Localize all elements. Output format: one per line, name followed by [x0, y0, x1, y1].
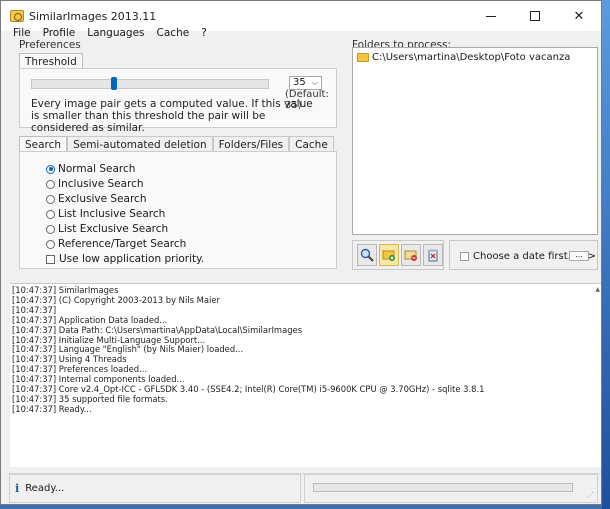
trash-icon: [428, 249, 438, 262]
threshold-panel: 35 ⌵ (Default: 35) Every image pair gets…: [19, 68, 337, 134]
chevron-down-icon[interactable]: ⌵: [312, 77, 318, 89]
threshold-slider-track[interactable]: [31, 79, 269, 89]
radio-label: List Exclusive Search: [58, 223, 169, 235]
menu-bar: File Profile Languages Cache ?: [1, 26, 213, 40]
log-line: [10:47:37] 35 supported file formats.: [12, 393, 168, 404]
folder-item[interactable]: C:\Users\martina\Desktop\Foto vacanza: [357, 52, 570, 63]
remove-folder-button[interactable]: [401, 244, 421, 266]
app-logo-icon: [10, 10, 24, 22]
log-line: [10:47:37] Ready...: [12, 403, 92, 414]
folder-toolbar: [352, 240, 444, 270]
info-icon: i: [15, 482, 20, 495]
radio-normal-search[interactable]: Normal Search: [46, 163, 135, 175]
threshold-tab-strip: Threshold: [19, 53, 83, 69]
status-message-area: i Ready...: [9, 474, 301, 503]
search-panel: Normal Search Inclusive Search Exclusive…: [19, 151, 337, 269]
low-priority-label: Use low application priority.: [59, 253, 205, 265]
desktop-background: [602, 0, 610, 509]
radio-list-exclusive-search[interactable]: List Exclusive Search: [46, 223, 168, 235]
log-panel[interactable]: [10:47:37] SimilarImages [10:47:37] (C) …: [10, 283, 601, 467]
window-title: SimilarImages 2013.11: [29, 9, 157, 23]
status-bar: i Ready... ⋰: [7, 473, 601, 503]
magnifier-icon: [360, 248, 374, 262]
status-progress-area: ⋰: [304, 474, 598, 503]
menu-cache[interactable]: Cache: [151, 26, 196, 40]
window-controls: ✕: [469, 1, 601, 31]
radio-label: Normal Search: [58, 163, 136, 175]
app-window: SimilarImages 2013.11 ✕ File Profile Lan…: [0, 0, 602, 505]
folder-path: C:\Users\martina\Desktop\Foto vacanza: [372, 52, 571, 63]
log-line: [10:47:37] (C) Copyright 2003-2013 by Ni…: [12, 294, 220, 305]
low-priority-checkbox-row[interactable]: Use low application priority.: [46, 253, 204, 265]
menu-file[interactable]: File: [1, 26, 37, 40]
close-icon: ✕: [573, 8, 585, 24]
folder-icon: [357, 53, 369, 62]
tab-folders-files[interactable]: Folders/Files: [212, 136, 290, 152]
radio-exclusive-search[interactable]: Exclusive Search: [46, 193, 146, 205]
radio-button[interactable]: [46, 194, 55, 204]
minimize-icon: [486, 15, 496, 17]
close-button[interactable]: ✕: [557, 1, 601, 31]
menu-profile[interactable]: Profile: [37, 26, 82, 40]
threshold-slider-thumb[interactable]: [111, 77, 118, 90]
clear-list-button[interactable]: [423, 244, 443, 266]
threshold-value: 35: [293, 77, 306, 88]
tab-cache[interactable]: Cache: [289, 136, 334, 152]
radio-button[interactable]: [46, 224, 55, 234]
radio-button[interactable]: [46, 239, 55, 249]
search-tab-strip: Search Semi-automated deletion Folders/F…: [19, 136, 334, 152]
radio-label: List Inclusive Search: [58, 208, 166, 220]
folder-list[interactable]: C:\Users\martina\Desktop\Foto vacanza: [352, 47, 598, 235]
low-priority-checkbox[interactable]: [46, 254, 55, 264]
threshold-description: Every image pair gets a computed value. …: [31, 98, 313, 134]
tab-threshold[interactable]: Threshold: [19, 53, 83, 69]
radio-label: Inclusive Search: [58, 178, 144, 190]
maximize-icon: [530, 11, 540, 21]
tab-semi-automated-deletion[interactable]: Semi-automated deletion: [67, 136, 213, 152]
tab-search[interactable]: Search: [19, 136, 68, 152]
search-button[interactable]: [357, 244, 377, 266]
threshold-spinbox[interactable]: 35 ⌵: [289, 76, 322, 90]
log-lines: [10:47:37] SimilarImages [10:47:37] (C) …: [10, 284, 601, 415]
minimize-button[interactable]: [469, 1, 513, 31]
remove-folder-icon: [404, 250, 417, 261]
maximize-button[interactable]: [513, 1, 557, 31]
menu-languages[interactable]: Languages: [81, 26, 150, 40]
preferences-label: Preferences: [19, 39, 81, 51]
radio-button[interactable]: [46, 179, 55, 189]
add-folder-icon: [382, 250, 395, 261]
radio-label: Reference/Target Search: [58, 238, 187, 250]
date-filter-checkbox[interactable]: [460, 252, 469, 261]
status-text: Ready...: [25, 483, 65, 494]
radio-inclusive-search[interactable]: Inclusive Search: [46, 178, 144, 190]
radio-button[interactable]: [46, 209, 55, 219]
date-filter-group: Choose a date first... --> ...: [449, 240, 598, 270]
resize-grip-icon[interactable]: ⋰: [587, 491, 594, 499]
date-picker-button[interactable]: ...: [569, 251, 589, 261]
menu-help[interactable]: ?: [195, 26, 213, 40]
add-folder-button[interactable]: [379, 244, 399, 266]
radio-button[interactable]: [46, 164, 55, 174]
radio-reference-target-search[interactable]: Reference/Target Search: [46, 238, 186, 250]
radio-label: Exclusive Search: [58, 193, 147, 205]
radio-list-inclusive-search[interactable]: List Inclusive Search: [46, 208, 165, 220]
scroll-up-arrow-icon[interactable]: ▲: [595, 286, 600, 293]
progress-bar: [313, 483, 573, 492]
